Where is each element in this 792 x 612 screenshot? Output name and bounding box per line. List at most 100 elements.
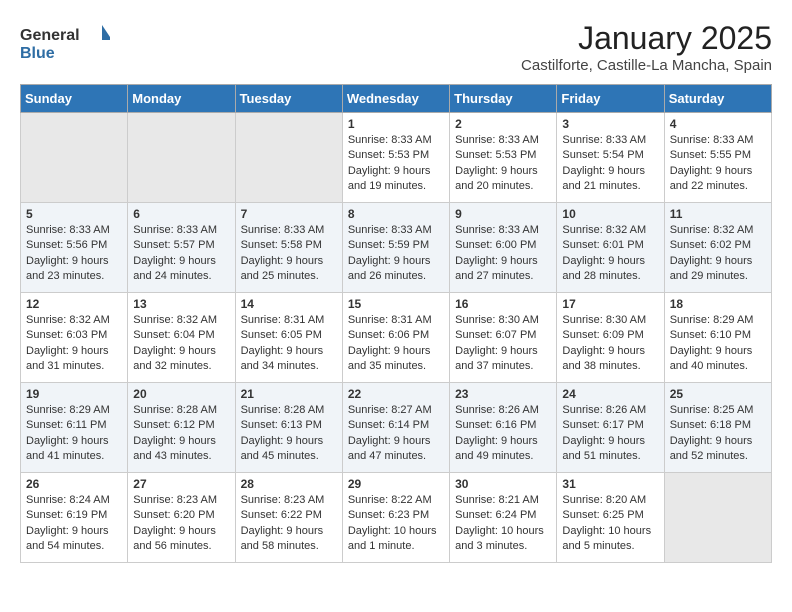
calendar-table: SundayMondayTuesdayWednesdayThursdayFrid… [20, 84, 772, 563]
day-info: Sunrise: 8:32 AM Sunset: 6:03 PM Dayligh… [26, 313, 122, 375]
day-info: Sunrise: 8:29 AM Sunset: 6:11 PM Dayligh… [26, 403, 122, 465]
calendar-cell: 7 Sunrise: 8:33 AM Sunset: 5:58 PM Daylig… [235, 203, 342, 293]
page-header: General Blue January 2025 Castilforte, C… [20, 20, 772, 74]
calendar-cell [128, 113, 235, 203]
calendar-cell [664, 473, 771, 563]
day-number: 12 [26, 297, 122, 311]
day-number: 6 [133, 207, 229, 221]
calendar-cell: 26 Sunrise: 8:24 AM Sunset: 6:19 PM Dayli… [21, 473, 128, 563]
day-number: 24 [562, 387, 658, 401]
calendar-cell: 28 Sunrise: 8:23 AM Sunset: 6:22 PM Dayli… [235, 473, 342, 563]
day-info: Sunrise: 8:30 AM Sunset: 6:09 PM Dayligh… [562, 313, 658, 375]
day-number: 4 [670, 117, 766, 131]
calendar-header: SundayMondayTuesdayWednesdayThursdayFrid… [21, 85, 772, 113]
calendar-cell: 15Sunrise: 8:31 AM Sunset: 6:06 PM Dayli… [342, 293, 449, 383]
day-info: Sunrise: 8:32 AM Sunset: 6:01 PM Dayligh… [562, 223, 658, 285]
day-info: Sunrise: 8:33 AM Sunset: 6:00 PM Dayligh… [455, 223, 551, 285]
day-number: 11 [670, 207, 766, 221]
day-number: 23 [455, 387, 551, 401]
day-info: Sunrise: 8:28 AM Sunset: 6:13 PM Dayligh… [241, 403, 337, 465]
weekday-header: Tuesday [235, 85, 342, 113]
calendar-cell: 5 Sunrise: 8:33 AM Sunset: 5:56 PM Daylig… [21, 203, 128, 293]
svg-text:General: General [20, 27, 80, 44]
weekday-header: Sunday [21, 85, 128, 113]
calendar-cell: 12 Sunrise: 8:32 AM Sunset: 6:03 PM Dayli… [21, 293, 128, 383]
day-info: Sunrise: 8:33 AM Sunset: 5:55 PM Dayligh… [670, 133, 766, 195]
calendar-cell: 23 Sunrise: 8:26 AM Sunset: 6:16 PM Dayli… [450, 383, 557, 473]
calendar-cell: 29 Sunrise: 8:22 AM Sunset: 6:23 PM Dayli… [342, 473, 449, 563]
location-title: Castilforte, Castille-La Mancha, Spain [521, 57, 772, 74]
calendar-cell: 11 Sunrise: 8:32 AM Sunset: 6:02 PM Dayli… [664, 203, 771, 293]
day-number: 26 [26, 477, 122, 491]
day-number: 14 [241, 297, 337, 311]
calendar-cell: 6 Sunrise: 8:33 AM Sunset: 5:57 PM Daylig… [128, 203, 235, 293]
day-number: 20 [133, 387, 229, 401]
day-number: 29 [348, 477, 444, 491]
calendar-cell: 25 Sunrise: 8:25 AM Sunset: 6:18 PM Dayli… [664, 383, 771, 473]
calendar-cell: 30Sunrise: 8:21 AM Sunset: 6:24 PM Dayli… [450, 473, 557, 563]
weekday-header: Saturday [664, 85, 771, 113]
calendar-cell: 2Sunrise: 8:33 AM Sunset: 5:53 PM Daylig… [450, 113, 557, 203]
day-info: Sunrise: 8:33 AM Sunset: 5:54 PM Dayligh… [562, 133, 658, 195]
calendar-cell: 13Sunrise: 8:32 AM Sunset: 6:04 PM Dayli… [128, 293, 235, 383]
day-info: Sunrise: 8:25 AM Sunset: 6:18 PM Dayligh… [670, 403, 766, 465]
day-info: Sunrise: 8:33 AM Sunset: 5:53 PM Dayligh… [455, 133, 551, 195]
title-block: January 2025 Castilforte, Castille-La Ma… [521, 20, 772, 74]
day-number: 25 [670, 387, 766, 401]
day-number: 8 [348, 207, 444, 221]
weekday-header: Friday [557, 85, 664, 113]
day-number: 18 [670, 297, 766, 311]
calendar-cell [235, 113, 342, 203]
calendar-cell: 4 Sunrise: 8:33 AM Sunset: 5:55 PM Daylig… [664, 113, 771, 203]
day-number: 3 [562, 117, 658, 131]
day-info: Sunrise: 8:24 AM Sunset: 6:19 PM Dayligh… [26, 493, 122, 555]
day-number: 22 [348, 387, 444, 401]
day-info: Sunrise: 8:31 AM Sunset: 6:05 PM Dayligh… [241, 313, 337, 375]
calendar-cell: 31 Sunrise: 8:20 AM Sunset: 6:25 PM Dayli… [557, 473, 664, 563]
month-title: January 2025 [521, 20, 772, 57]
calendar-cell: 19Sunrise: 8:29 AM Sunset: 6:11 PM Dayli… [21, 383, 128, 473]
day-info: Sunrise: 8:27 AM Sunset: 6:14 PM Dayligh… [348, 403, 444, 465]
calendar-cell: 22 Sunrise: 8:27 AM Sunset: 6:14 PM Dayli… [342, 383, 449, 473]
calendar-cell: 18Sunrise: 8:29 AM Sunset: 6:10 PM Dayli… [664, 293, 771, 383]
day-info: Sunrise: 8:31 AM Sunset: 6:06 PM Dayligh… [348, 313, 444, 375]
day-info: Sunrise: 8:33 AM Sunset: 5:58 PM Dayligh… [241, 223, 337, 285]
day-info: Sunrise: 8:33 AM Sunset: 5:57 PM Dayligh… [133, 223, 229, 285]
day-info: Sunrise: 8:22 AM Sunset: 6:23 PM Dayligh… [348, 493, 444, 555]
logo: General Blue [20, 20, 110, 64]
weekday-header: Monday [128, 85, 235, 113]
day-info: Sunrise: 8:26 AM Sunset: 6:16 PM Dayligh… [455, 403, 551, 465]
day-info: Sunrise: 8:33 AM Sunset: 5:56 PM Dayligh… [26, 223, 122, 285]
day-info: Sunrise: 8:20 AM Sunset: 6:25 PM Dayligh… [562, 493, 658, 555]
weekday-header: Thursday [450, 85, 557, 113]
day-number: 7 [241, 207, 337, 221]
day-number: 13 [133, 297, 229, 311]
calendar-cell: 8Sunrise: 8:33 AM Sunset: 5:59 PM Daylig… [342, 203, 449, 293]
day-number: 5 [26, 207, 122, 221]
day-number: 17 [562, 297, 658, 311]
calendar-cell: 14 Sunrise: 8:31 AM Sunset: 6:05 PM Dayli… [235, 293, 342, 383]
day-number: 9 [455, 207, 551, 221]
svg-text:Blue: Blue [20, 45, 55, 62]
day-number: 28 [241, 477, 337, 491]
day-info: Sunrise: 8:26 AM Sunset: 6:17 PM Dayligh… [562, 403, 658, 465]
calendar-cell: 27 Sunrise: 8:23 AM Sunset: 6:20 PM Dayli… [128, 473, 235, 563]
calendar-cell: 1 Sunrise: 8:33 AM Sunset: 5:53 PM Daylig… [342, 113, 449, 203]
day-number: 27 [133, 477, 229, 491]
day-info: Sunrise: 8:30 AM Sunset: 6:07 PM Dayligh… [455, 313, 551, 375]
logo-svg: General Blue [20, 20, 110, 64]
calendar-cell: 10 Sunrise: 8:32 AM Sunset: 6:01 PM Dayli… [557, 203, 664, 293]
day-info: Sunrise: 8:28 AM Sunset: 6:12 PM Dayligh… [133, 403, 229, 465]
day-info: Sunrise: 8:23 AM Sunset: 6:20 PM Dayligh… [133, 493, 229, 555]
day-number: 1 [348, 117, 444, 131]
day-number: 10 [562, 207, 658, 221]
calendar-cell: 16 Sunrise: 8:30 AM Sunset: 6:07 PM Dayli… [450, 293, 557, 383]
day-number: 16 [455, 297, 551, 311]
day-info: Sunrise: 8:23 AM Sunset: 6:22 PM Dayligh… [241, 493, 337, 555]
weekday-header: Wednesday [342, 85, 449, 113]
day-number: 31 [562, 477, 658, 491]
day-info: Sunrise: 8:32 AM Sunset: 6:02 PM Dayligh… [670, 223, 766, 285]
calendar-cell [21, 113, 128, 203]
calendar-cell: 9 Sunrise: 8:33 AM Sunset: 6:00 PM Daylig… [450, 203, 557, 293]
day-info: Sunrise: 8:33 AM Sunset: 5:53 PM Dayligh… [348, 133, 444, 195]
